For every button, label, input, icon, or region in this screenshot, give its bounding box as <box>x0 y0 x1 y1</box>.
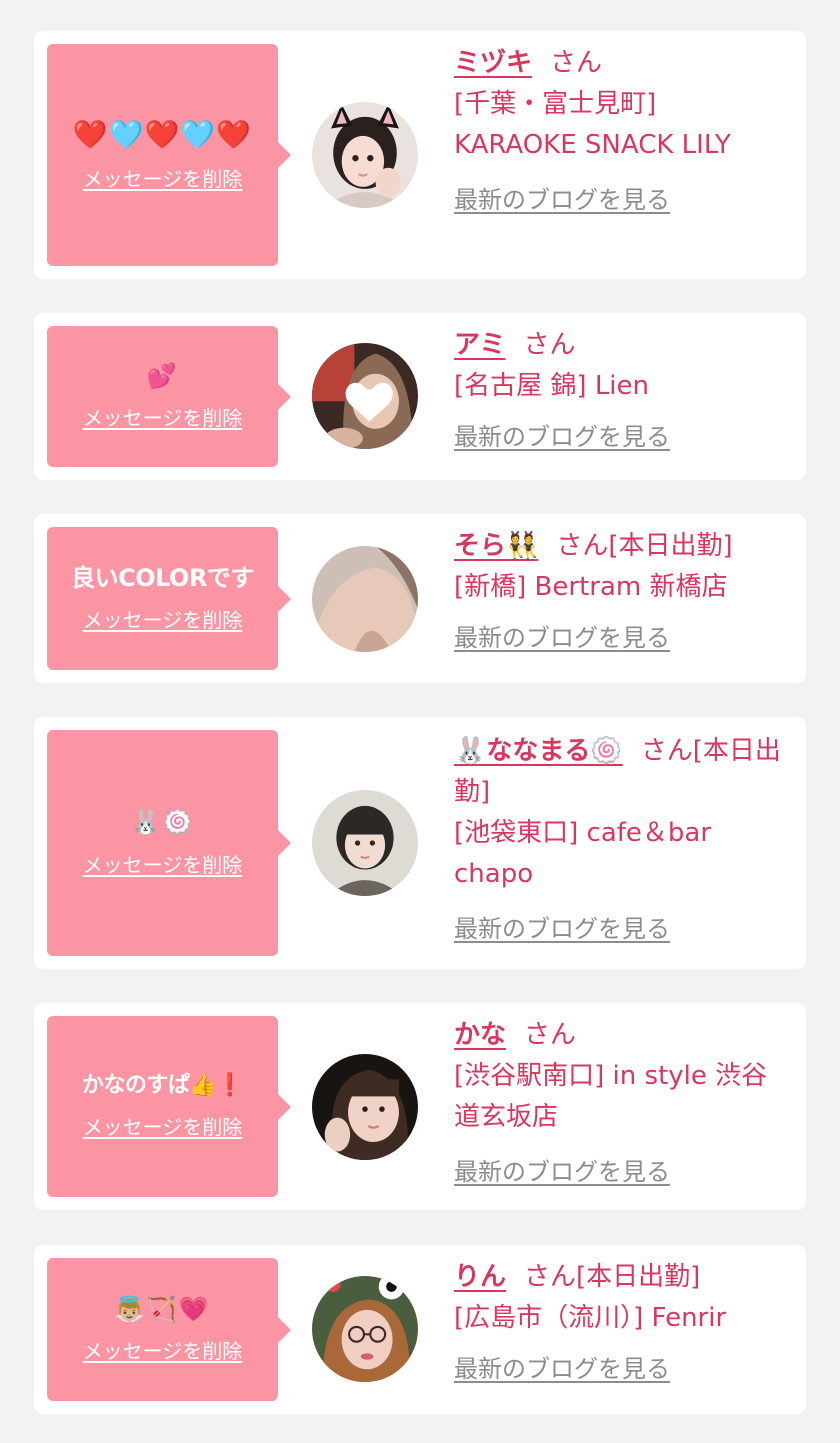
delete-message-link[interactable]: メッセージを削除 <box>83 604 243 633</box>
message-text: 🐰🍥 <box>130 808 195 837</box>
message-bubble: かなのすぱ👍❗️ メッセージを削除 <box>47 1016 291 1197</box>
shop-label: [池袋東口] cafe＆bar chapo <box>454 818 712 889</box>
name-suffix: さん[本日出勤] <box>524 1262 701 1292</box>
view-blog-link[interactable]: 最新のブログを見る <box>454 909 670 950</box>
message-card: かなのすぱ👍❗️ メッセージを削除 かな さん [渋谷駅南口] in style … <box>34 1003 806 1210</box>
shop-label: [渋谷駅南口] in style 渋谷道玄坂店 <box>454 1061 768 1132</box>
cat-ear-girl-avatar[interactable] <box>312 102 418 208</box>
name-line: そら👯 さん[本日出勤] <box>454 526 784 567</box>
name-suffix: さん <box>550 48 603 78</box>
shop-label: [千葉・富士見町] KARAOKE SNACK LILY <box>454 89 731 160</box>
message-text: ❤️🩵❤️🩵❤️ <box>72 117 253 151</box>
view-blog-link[interactable]: 最新のブログを見る <box>454 1349 670 1390</box>
girl-name-link[interactable]: りん <box>454 1262 506 1292</box>
delete-message-link[interactable]: メッセージを削除 <box>83 1335 243 1364</box>
shop-label: [新橋] Bertram 新橋店 <box>454 572 728 602</box>
shoulder-photo-avatar[interactable] <box>312 546 418 652</box>
selfie-girl-avatar[interactable] <box>312 1054 418 1160</box>
name-line: りん さん[本日出勤] <box>454 1257 784 1298</box>
name-suffix: さん <box>523 330 576 360</box>
girl-name-link[interactable]: 🐰ななまる🍥 <box>454 736 623 766</box>
glasses-girl-avatar[interactable] <box>312 1276 418 1382</box>
entry-info: かな さん [渋谷駅南口] in style 渋谷道玄坂店 最新のブログを見る <box>454 1015 784 1193</box>
message-card: 🐰🍥 メッセージを削除 🐰ななまる🍥 さん[本日出勤] [池袋東口] cafe＆b… <box>34 717 806 969</box>
message-bubble: ❤️🩵❤️🩵❤️ メッセージを削除 <box>47 44 291 266</box>
name-line: アミ さん <box>454 325 784 366</box>
heart-covered-face-avatar[interactable] <box>312 343 418 449</box>
delete-message-link[interactable]: メッセージを削除 <box>83 849 243 878</box>
girl-name-link[interactable]: そら👯 <box>454 531 538 561</box>
entry-info: アミ さん [名古屋 錦] Lien 最新のブログを見る <box>454 325 784 458</box>
entry-info: 🐰ななまる🍥 さん[本日出勤] [池袋東口] cafe＆bar chapo 最新の… <box>454 731 784 950</box>
message-bubble: 良いCOLORです メッセージを削除 <box>47 527 291 670</box>
delete-message-link[interactable]: メッセージを削除 <box>83 163 243 192</box>
message-card: ❤️🩵❤️🩵❤️ メッセージを削除 ミヅキ さん [千葉・富士見町] KARAOK… <box>34 31 806 279</box>
view-blog-link[interactable]: 最新のブログを見る <box>454 180 670 221</box>
message-card: 良いCOLORです メッセージを削除 そら👯 さん[本日出勤] [新橋] Bert… <box>34 514 806 683</box>
message-bubble: 💕 メッセージを削除 <box>47 326 291 467</box>
message-bubble: 🐰🍥 メッセージを削除 <box>47 730 291 956</box>
message-text: 良いCOLORです <box>71 563 254 592</box>
message-text: かなのすぱ👍❗️ <box>81 1072 244 1098</box>
name-suffix: さん[本日出勤] <box>556 531 733 561</box>
delete-message-link[interactable]: メッセージを削除 <box>83 402 243 431</box>
entry-info: りん さん[本日出勤] [広島市（流川）] Fenrir 最新のブログを見る <box>454 1257 784 1390</box>
name-line: ミヅキ さん <box>454 43 784 84</box>
entry-info: そら👯 さん[本日出勤] [新橋] Bertram 新橋店 最新のブログを見る <box>454 526 784 659</box>
name-line: かな さん <box>454 1015 784 1056</box>
girl-name-link[interactable]: かな <box>454 1020 506 1050</box>
girl-name-link[interactable]: ミヅキ <box>454 48 532 78</box>
message-text: 💕 <box>146 361 179 390</box>
message-card: 👼🏼🏹💗 メッセージを削除 りん さん[本日出勤] [広島市（流川）] Fenri… <box>34 1245 806 1414</box>
name-suffix: さん <box>524 1020 577 1050</box>
name-line: 🐰ななまる🍥 さん[本日出勤] <box>454 731 784 813</box>
entry-info: ミヅキ さん [千葉・富士見町] KARAOKE SNACK LILY 最新のブロ… <box>454 43 784 221</box>
view-blog-link[interactable]: 最新のブログを見る <box>454 618 670 659</box>
message-bubble: 👼🏼🏹💗 メッセージを削除 <box>47 1258 291 1401</box>
shop-label: [名古屋 錦] Lien <box>454 371 650 401</box>
girl-name-link[interactable]: アミ <box>454 330 505 360</box>
delete-message-link[interactable]: メッセージを削除 <box>83 1111 243 1140</box>
view-blog-link[interactable]: 最新のブログを見る <box>454 417 670 458</box>
shop-label: [広島市（流川）] Fenrir <box>454 1303 727 1333</box>
view-blog-link[interactable]: 最新のブログを見る <box>454 1152 670 1193</box>
short-hair-girl-avatar[interactable] <box>312 790 418 896</box>
message-card: 💕 メッセージを削除 アミ さん [名古屋 錦] Lien 最新のブログを見る <box>34 313 806 480</box>
message-text: 👼🏼🏹💗 <box>114 1294 211 1323</box>
